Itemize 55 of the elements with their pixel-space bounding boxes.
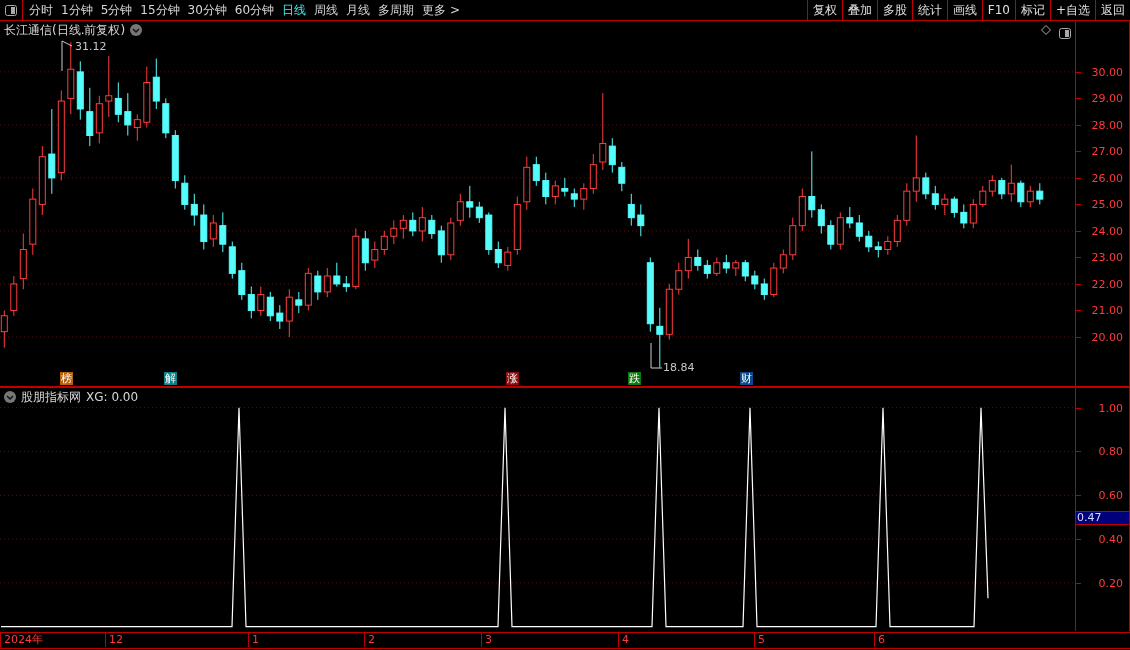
indicator-axis-label: 0.60 (1098, 488, 1123, 502)
period-tab[interactable]: 月线 (346, 1, 371, 19)
candle (637, 203, 645, 237)
indicator-axis-label: 0.80 (1098, 445, 1123, 458)
period-tab[interactable]: 多周期 (378, 1, 415, 19)
price-axis-label: 25.00 (1091, 197, 1123, 211)
event-marker[interactable]: 财 (740, 372, 753, 385)
stock-title: 长江通信(日线.前复权) (4, 21, 126, 39)
date-axis-label: 1 (248, 633, 259, 647)
period-tab[interactable]: 更多 > (422, 1, 460, 19)
price-axis-label: 23.00 (1091, 250, 1123, 264)
event-marker[interactable]: 涨 (506, 372, 519, 385)
panel-toggle-icon[interactable] (1059, 28, 1071, 39)
price-axis-label: 21.00 (1091, 303, 1123, 317)
date-axis-label: 2 (364, 633, 375, 647)
diamond-icon[interactable] (1041, 25, 1051, 35)
indicator-axis-label: 0.40 (1098, 532, 1123, 546)
event-marker[interactable]: 跌 (628, 372, 641, 385)
arrow-icon (61, 40, 73, 72)
date-axis-label: 4 (618, 633, 629, 647)
period-tab[interactable]: 日线 (282, 1, 307, 19)
indicator-axis-label: 0.20 (1098, 576, 1123, 590)
candle (1036, 182, 1044, 205)
price-axis-label: 22.00 (1091, 277, 1123, 291)
price-axis-label: 27.00 (1091, 144, 1123, 158)
high-price-label: 31.12 (75, 40, 107, 53)
dropdown-icon[interactable] (4, 391, 16, 403)
dropdown-icon[interactable] (130, 24, 143, 36)
period-tab[interactable]: 分时 (29, 1, 53, 19)
price-axis-label: 29.00 (1091, 91, 1123, 105)
low-price-label: 18.84 (663, 361, 695, 374)
cursor-value-label: 0.47 (1076, 511, 1129, 525)
indicator-reading: XG: 0.00 (86, 390, 139, 404)
date-axis-label: 6 (874, 633, 885, 647)
price-axis-label: 26.00 (1091, 171, 1123, 185)
event-marker[interactable]: 解 (164, 372, 177, 385)
price-axis-label: 30.00 (1091, 65, 1123, 79)
date-axis-label: 5 (754, 633, 765, 647)
event-marker[interactable]: 榜 (60, 372, 73, 385)
date-axis-label: 12 (105, 633, 123, 647)
price-axis-label: 28.00 (1091, 118, 1123, 132)
date-axis-label: 3 (481, 633, 492, 647)
period-tab[interactable]: 15分钟 (140, 1, 180, 19)
arrow-icon (650, 342, 663, 369)
period-tab[interactable]: 30分钟 (187, 1, 227, 19)
price-axis-label: 24.00 (1091, 224, 1123, 238)
indicator-axis-label: 1.00 (1098, 401, 1123, 415)
period-tab[interactable]: 周线 (314, 1, 339, 19)
period-tab[interactable]: 5分钟 (100, 1, 133, 19)
period-tab[interactable]: 1分钟 (61, 1, 93, 19)
panel-toggle-icon[interactable] (5, 4, 17, 16)
price-axis-label: 20.00 (1091, 330, 1123, 344)
indicator-title: 股朋指标网 (21, 388, 81, 406)
period-tab[interactable]: 60分钟 (234, 1, 275, 19)
date-axis-label: 2024年 (0, 633, 43, 647)
